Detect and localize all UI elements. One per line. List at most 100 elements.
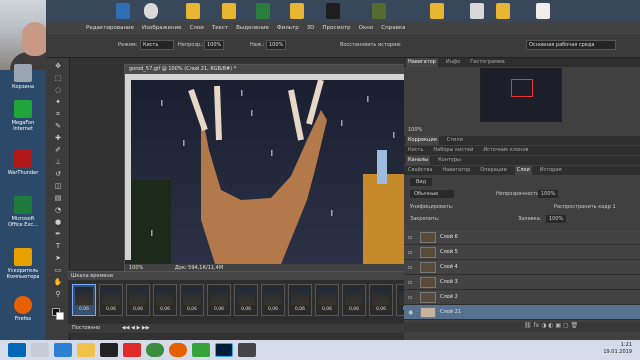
- layer-row[interactable]: ▫ Слой 3: [404, 275, 640, 290]
- timeline-frame[interactable]: 0,06: [72, 284, 96, 316]
- eye-icon[interactable]: ▫: [408, 264, 412, 271]
- layer-row-selected[interactable]: ◉ Слой 21: [404, 305, 640, 320]
- folder-icon[interactable]: [186, 3, 200, 19]
- tab-navigator2[interactable]: Навигатор: [440, 166, 472, 175]
- menu-view[interactable]: Просмотр: [322, 25, 350, 31]
- timeline-frame[interactable]: 0,06: [180, 284, 204, 316]
- eyedropper-icon[interactable]: ✎: [52, 122, 64, 131]
- propagate-frame-checkbox[interactable]: Распространить кадр 1: [554, 204, 616, 210]
- layer-row[interactable]: ▫ Слой 4: [404, 260, 640, 275]
- navigator-view-box[interactable]: [511, 79, 533, 97]
- folder-icon[interactable]: [222, 3, 236, 19]
- menu-layers[interactable]: Слои: [190, 25, 204, 31]
- tab-histogram[interactable]: Гистограмма: [468, 58, 507, 67]
- menu-help[interactable]: Справка: [381, 25, 405, 31]
- timeline-frame[interactable]: 0,06: [288, 284, 312, 316]
- desktop-icon-recycle-bin[interactable]: Корзина: [6, 64, 40, 90]
- menu-edit[interactable]: Редактирование: [86, 25, 134, 31]
- edge-icon[interactable]: [54, 343, 72, 357]
- desktop-icon-megafon[interactable]: MegaFon Internet: [6, 100, 40, 132]
- folder-icon[interactable]: [290, 3, 304, 19]
- desktop-icon-warthunder[interactable]: WarThunder: [6, 150, 40, 176]
- tank-icon[interactable]: [372, 3, 386, 19]
- restore-history-label[interactable]: Восстановить историю: [340, 42, 401, 48]
- brush-tool-icon[interactable]: ✐: [52, 146, 64, 155]
- eye-icon[interactable]: ▫: [408, 294, 412, 301]
- menu-window[interactable]: Окно: [359, 25, 374, 31]
- marquee-tool-icon[interactable]: ⬚: [52, 74, 64, 83]
- opacity-field[interactable]: 100%: [204, 40, 224, 50]
- yandex-icon[interactable]: [123, 343, 141, 357]
- layer-opacity-field[interactable]: 100%: [538, 190, 559, 198]
- menu-select[interactable]: Выделение: [236, 25, 269, 31]
- hand-tool-icon[interactable]: ✋: [52, 278, 64, 287]
- background-color-swatch[interactable]: [56, 312, 64, 320]
- timeline-frame[interactable]: 0,06: [342, 284, 366, 316]
- type-tool-icon[interactable]: T: [52, 242, 64, 251]
- dodge-tool-icon[interactable]: ●: [52, 218, 64, 227]
- play-button-icon[interactable]: ◀◀ ◀ ▶ ▶▶: [122, 325, 150, 331]
- menu-filter[interactable]: Фильтр: [277, 25, 299, 31]
- zoom-tool-icon[interactable]: ⚲: [52, 290, 64, 299]
- document-icon[interactable]: [470, 3, 484, 19]
- tab-history[interactable]: История: [538, 166, 564, 175]
- explorer-icon[interactable]: [77, 343, 95, 357]
- timeline-frame[interactable]: 0,06: [234, 284, 258, 316]
- eye-icon[interactable]: ▫: [408, 249, 412, 256]
- layers-footer-icons[interactable]: ⛓ fx ◑ ◐ ▣ ▢ 🗑: [404, 322, 640, 332]
- tab-correction[interactable]: Коррекция: [406, 136, 439, 145]
- workspace-select[interactable]: Основная рабочая среда: [526, 40, 616, 50]
- menu-image[interactable]: Изображение: [142, 25, 182, 31]
- deer-image-icon[interactable]: [536, 3, 550, 19]
- mode-select[interactable]: Кисть: [140, 40, 174, 50]
- menu-text[interactable]: Текст: [212, 25, 228, 31]
- tab-clone-source[interactable]: Источник клонов: [481, 146, 530, 155]
- navigator-zoom[interactable]: 100%: [408, 127, 422, 133]
- fill-field[interactable]: 100%: [546, 215, 567, 223]
- gradient-tool-icon[interactable]: ▤: [52, 194, 64, 203]
- tab-channels[interactable]: Каналы: [406, 156, 431, 165]
- eye-icon[interactable]: ▫: [408, 234, 412, 241]
- firefox-icon[interactable]: [169, 343, 187, 357]
- stamp-tool-icon[interactable]: ⊥: [52, 158, 64, 167]
- folder-icon[interactable]: [430, 3, 444, 19]
- lasso-tool-icon[interactable]: ◌: [52, 86, 64, 95]
- eye-icon[interactable]: ▫: [408, 279, 412, 286]
- tab-brush[interactable]: Кисть: [406, 146, 425, 155]
- timeline-frame[interactable]: 0,06: [369, 284, 393, 316]
- system-clock[interactable]: 1:21 19.01.2019: [603, 342, 632, 356]
- app-icon[interactable]: [238, 343, 256, 357]
- timeline-frame[interactable]: 0,06: [153, 284, 177, 316]
- tab-properties[interactable]: Свойства: [406, 166, 434, 175]
- history-brush-icon[interactable]: ↺: [52, 170, 64, 179]
- tab-navigator[interactable]: Навигатор: [406, 58, 438, 67]
- photoshop-icon[interactable]: [215, 343, 233, 357]
- app-icon[interactable]: [256, 3, 270, 19]
- tab-paths[interactable]: Контуры: [436, 156, 463, 165]
- blur-tool-icon[interactable]: ◔: [52, 206, 64, 215]
- shape-tool-icon[interactable]: ▭: [52, 266, 64, 275]
- desktop-icon-excel[interactable]: Microsoft Office Exc...: [6, 196, 40, 228]
- app-icon[interactable]: [116, 3, 130, 19]
- pen-tool-icon[interactable]: ✒: [52, 230, 64, 239]
- tab-actions[interactable]: Операции: [478, 166, 508, 175]
- video-icon[interactable]: [100, 343, 118, 357]
- folder-icon[interactable]: [496, 3, 510, 19]
- eye-icon[interactable]: ◉: [408, 309, 413, 316]
- app-icon[interactable]: [326, 3, 340, 19]
- navigator-preview[interactable]: [480, 68, 562, 122]
- healing-brush-icon[interactable]: ✚: [52, 134, 64, 143]
- move-tool-icon[interactable]: ✥: [52, 62, 64, 71]
- loop-select[interactable]: Постоянно: [72, 325, 100, 331]
- layer-row[interactable]: ▫ Слой 5: [404, 245, 640, 260]
- chrome-icon[interactable]: [146, 343, 164, 357]
- layer-kind-filter[interactable]: Вид: [410, 178, 433, 186]
- path-select-icon[interactable]: ➤: [52, 254, 64, 263]
- timeline-frame[interactable]: 0,06: [315, 284, 339, 316]
- eraser-tool-icon[interactable]: ◫: [52, 182, 64, 191]
- timeline-frame[interactable]: 0,06: [126, 284, 150, 316]
- tab-brush-presets[interactable]: Наборы кистей: [431, 146, 475, 155]
- search-icon[interactable]: [31, 343, 49, 357]
- desktop-icon-speedup[interactable]: Ускоритель Компьютера: [6, 248, 40, 280]
- menu-3d[interactable]: 3D: [307, 25, 315, 31]
